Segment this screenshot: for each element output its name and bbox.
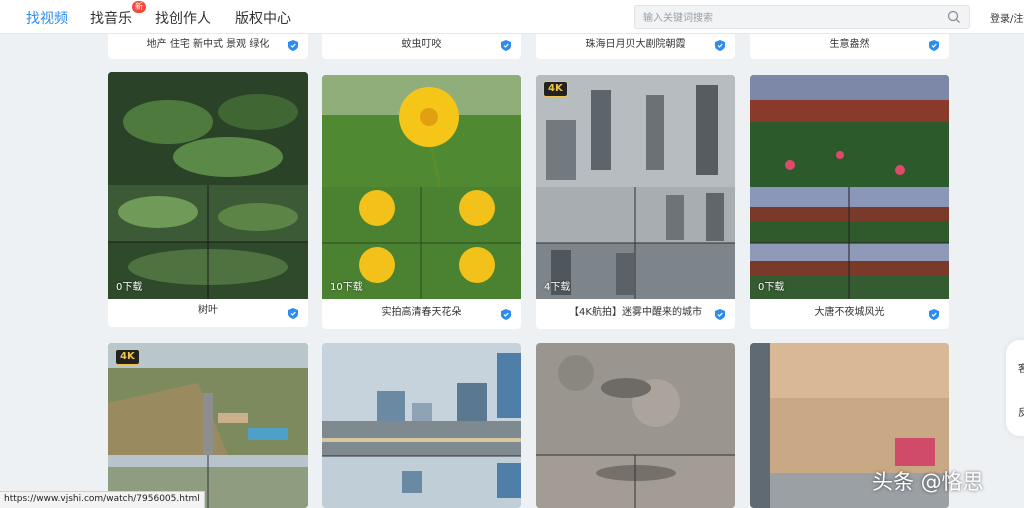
nav-find-music-label: 找音乐 [90,11,132,27]
tag-4k: 4K [115,349,140,365]
login-register-link[interactable]: 登录/注册 [990,10,1024,25]
video-thumbnail[interactable]: 0下载 [108,72,308,299]
shield-icon [715,40,725,51]
side-float-panel[interactable]: 客 反 [1006,340,1024,436]
video-thumbnail[interactable]: 10下载 [322,75,521,299]
card-title[interactable]: 树叶 [108,297,308,327]
video-card[interactable] [536,343,735,508]
shield-icon [501,40,511,51]
watermark: 头条 @恪思 [872,470,984,494]
nav-find-video[interactable]: 找视频 [26,8,68,28]
download-count: 0下载 [116,282,143,293]
video-thumbnail[interactable]: 0下载 [750,75,949,299]
card-title[interactable]: 实拍高清春天花朵 [322,299,521,329]
shield-icon [715,309,725,320]
shield-icon [288,308,298,319]
shield-icon [501,309,511,320]
top-nav-bar: 找视频 找音乐 新 找创作人 版权中心 登录/注册 [0,0,1024,34]
prev-card[interactable]: 珠海日月贝大剧院朝霞 [536,34,735,59]
search-input[interactable] [635,7,935,30]
video-card[interactable]: 0下载 大唐不夜城风光 [750,75,949,329]
side-float-label: 客 [1018,364,1024,375]
card-title[interactable]: 大唐不夜城风光 [750,299,949,329]
prev-card[interactable]: 蚊虫叮咬 [322,34,521,59]
video-card[interactable] [322,343,521,508]
video-thumbnail[interactable]: 4K [108,343,308,508]
prev-card[interactable]: 生意盎然 [750,34,949,59]
video-card[interactable]: 0下载 树叶 [108,72,308,327]
nav-find-creator[interactable]: 找创作人 [155,8,211,28]
search-icon[interactable] [947,10,961,24]
video-card[interactable]: 4K 4下载 【4K航拍】迷雾中醒来的城市 [536,75,735,329]
search-box [634,5,970,30]
shield-icon [929,309,939,320]
download-count: 10下载 [330,282,363,293]
card-title: 珠海日月贝大剧院朝霞 [585,39,686,50]
tag-4k: 4K [543,81,568,97]
card-title: 蚊虫叮咬 [401,39,442,50]
video-thumbnail[interactable] [536,343,735,508]
card-title: 生意盎然 [829,39,870,50]
shield-icon [288,40,298,51]
status-bar-url: https://www.vjshi.com/watch/7956005.html [0,491,205,508]
download-count: 4下载 [544,282,571,293]
shield-icon [929,40,939,51]
video-thumbnail[interactable] [322,343,521,508]
video-card[interactable]: 10下载 实拍高清春天花朵 [322,75,521,329]
card-title: 地产 住宅 新中式 景观 绿化 [146,39,270,50]
new-badge: 新 [132,1,146,13]
download-count: 0下载 [758,282,785,293]
side-float-label: 反 [1018,408,1024,419]
nav-find-music[interactable]: 找音乐 新 [90,1,146,28]
prev-card[interactable]: 地产 住宅 新中式 景观 绿化 [108,34,308,59]
video-card[interactable]: 4K [108,343,308,508]
nav-copyright-center[interactable]: 版权中心 [235,8,291,28]
card-title[interactable]: 【4K航拍】迷雾中醒来的城市 [536,299,735,329]
video-thumbnail[interactable]: 4K 4下载 [536,75,735,299]
